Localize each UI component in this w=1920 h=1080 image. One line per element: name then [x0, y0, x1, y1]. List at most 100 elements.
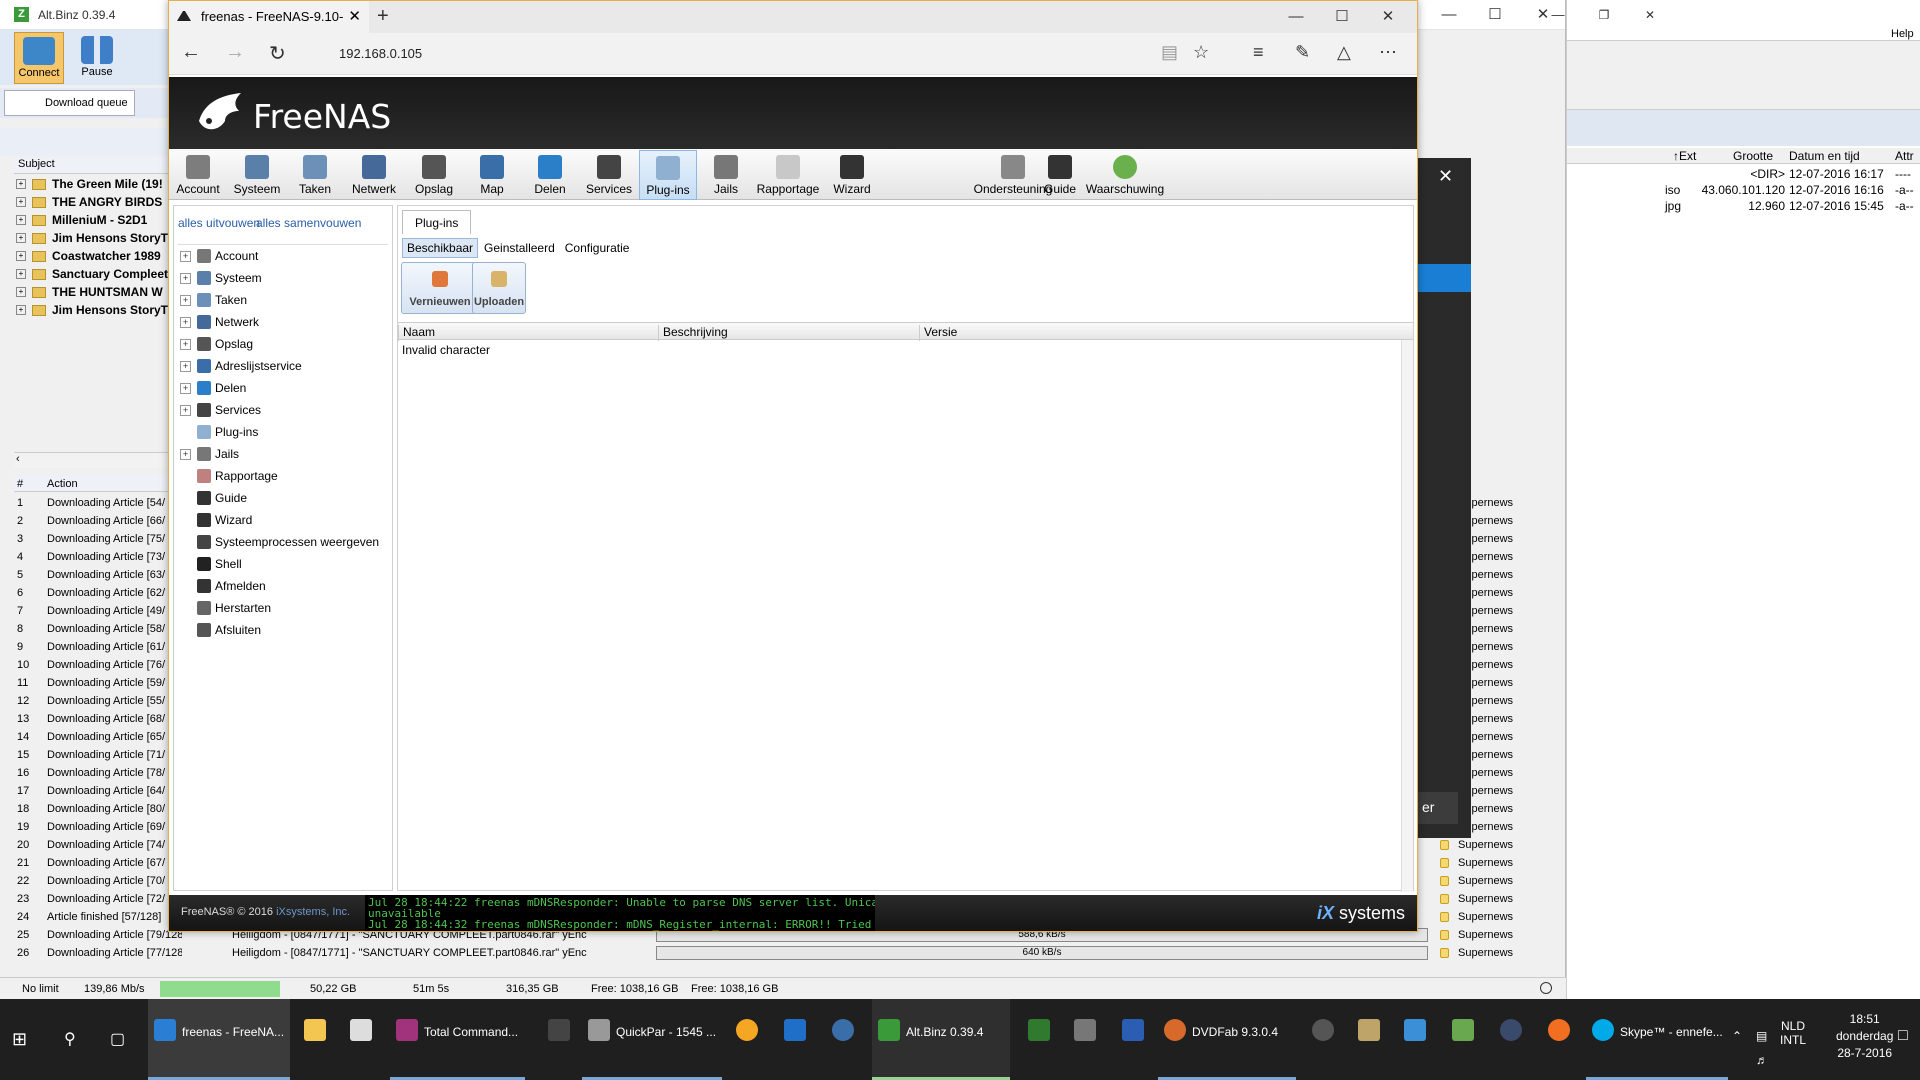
tc-file-row[interactable]: <DIR> 12-07-2016 16:17 ----: [1567, 166, 1920, 182]
taskbar-item-origin[interactable]: [1542, 999, 1574, 1080]
tc-restore-icon[interactable]: ❐: [1581, 0, 1627, 30]
collapse-all-link[interactable]: alles samenvouwen: [256, 216, 361, 230]
back-icon[interactable]: ←: [181, 41, 201, 64]
tc-col-ext[interactable]: ↑Ext: [1673, 149, 1696, 163]
taskbar-item-remote[interactable]: [826, 999, 858, 1080]
expand-icon[interactable]: +: [16, 287, 26, 297]
refresh-button[interactable]: Vernieuwen: [401, 262, 479, 314]
forward-icon[interactable]: →: [225, 41, 245, 64]
tree-item-jails[interactable]: + Jails: [178, 443, 388, 465]
tree-item-afmelden[interactable]: Afmelden: [178, 575, 388, 597]
tc-col-size[interactable]: Grootte: [1733, 149, 1773, 163]
tc-file-row[interactable]: jpg 12.960 12-07-2016 15:45 -a--: [1567, 198, 1920, 214]
grid-scrollbar[interactable]: [1401, 340, 1413, 892]
tab-plugins[interactable]: Plug-ins: [402, 210, 472, 234]
tree-item-services[interactable]: + Services: [178, 399, 388, 421]
expand-icon[interactable]: +: [16, 305, 26, 315]
expand-icon[interactable]: +: [16, 197, 26, 207]
tab-close-icon[interactable]: ✕: [348, 7, 361, 25]
tc-file-row[interactable]: iso 43.060.101.120 12-07-2016 16:16 -a--: [1567, 182, 1920, 198]
expand-plus-icon[interactable]: +: [180, 448, 191, 460]
favorite-star-icon[interactable]: ☆: [1193, 42, 1209, 63]
toolbar-map[interactable]: Map: [463, 150, 521, 200]
taskbar-item-skype[interactable]: Skype™ - ennefe...: [1586, 999, 1728, 1080]
toolbar-jails[interactable]: Jails: [699, 150, 753, 200]
search-icon[interactable]: ⚲: [64, 1029, 76, 1049]
browser-tab[interactable]: freenas - FreeNAS-9.10- ✕: [169, 1, 369, 33]
tree-item-rapportage[interactable]: Rapportage: [178, 465, 388, 487]
tree-item-taken[interactable]: + Taken: [178, 289, 388, 311]
subject-column-header[interactable]: Subject: [14, 158, 168, 174]
network-icon[interactable]: ▤: [1756, 1029, 1767, 1043]
taskbar-item-word[interactable]: [1116, 999, 1148, 1080]
tc-minimize-icon[interactable]: —: [1535, 0, 1581, 30]
new-tab-icon[interactable]: +: [377, 5, 389, 28]
expand-plus-icon[interactable]: +: [180, 294, 191, 306]
tree-item-herstarten[interactable]: Herstarten: [178, 597, 388, 619]
tree-item-systeem[interactable]: + Systeem: [178, 267, 388, 289]
tc-help-menu[interactable]: Help: [1891, 28, 1914, 40]
grid-col-name[interactable]: Naam: [398, 325, 658, 341]
taskbar-item-store[interactable]: [344, 999, 376, 1080]
toolbar-systeem[interactable]: Systeem: [227, 150, 287, 200]
expand-icon[interactable]: +: [16, 269, 26, 279]
tree-item-adreslijstservice[interactable]: + Adreslijstservice: [178, 355, 388, 377]
connect-button[interactable]: Connect: [14, 32, 64, 84]
tree-item-guide[interactable]: Guide: [178, 487, 388, 509]
download-queue-tab[interactable]: Download queue: [4, 90, 135, 116]
web-note-icon[interactable]: ✎: [1295, 42, 1310, 63]
taskbar-item-total-commander[interactable]: Total Command...: [390, 999, 525, 1080]
ixsystems-link[interactable]: iXsystems, Inc.: [276, 906, 350, 918]
expand-all-link[interactable]: alles uitvouwen: [178, 216, 260, 230]
subtab-installed[interactable]: Geinstalleerd: [480, 239, 559, 257]
url-field[interactable]: 192.168.0.105: [339, 46, 422, 61]
tree-item-wizard[interactable]: Wizard: [178, 509, 388, 531]
pause-button[interactable]: Pause: [72, 32, 122, 84]
toolbar-taken[interactable]: Taken: [287, 150, 343, 200]
expand-plus-icon[interactable]: +: [180, 338, 191, 350]
subject-row[interactable]: + Sanctuary Compleet: [14, 265, 168, 283]
task-view-icon[interactable]: ▢: [110, 1029, 125, 1049]
subject-row[interactable]: + The Green Mile (19!: [14, 175, 168, 193]
tree-item-afsluiten[interactable]: Afsluiten: [178, 619, 388, 641]
expand-icon[interactable]: +: [16, 251, 26, 261]
reading-view-icon[interactable]: ▤: [1161, 42, 1178, 63]
action-number-header[interactable]: #: [17, 478, 23, 490]
subject-row[interactable]: + Jim Hensons StoryT: [14, 229, 168, 247]
grid-col-description[interactable]: Beschrijving: [658, 325, 919, 341]
taskbar-item-dvdfab[interactable]: DVDFab 9.3.0.4: [1158, 999, 1296, 1080]
dialog-close-icon[interactable]: ✕: [1438, 166, 1453, 187]
toolbar-rapportage[interactable]: Rapportage: [753, 150, 823, 200]
taskbar-item-edge[interactable]: freenas - FreeNA...: [148, 999, 290, 1080]
subtab-configuration[interactable]: Configuratie: [561, 239, 634, 257]
expand-icon[interactable]: +: [16, 233, 26, 243]
taskbar-item-glass[interactable]: [1352, 999, 1384, 1080]
toolbar-account[interactable]: Account: [169, 150, 227, 200]
browser-close-icon[interactable]: ✕: [1365, 1, 1411, 33]
taskbar-item-outlook[interactable]: [778, 999, 810, 1080]
taskbar-item-board[interactable]: [1022, 999, 1054, 1080]
tree-item-account[interactable]: + Account: [178, 245, 388, 267]
action-column-header[interactable]: Action: [47, 478, 78, 490]
taskbar-item-device[interactable]: [1398, 999, 1430, 1080]
clock[interactable]: 18:51 donderdag 28-7-2016: [1836, 1011, 1893, 1062]
taskbar-item-explorer[interactable]: [298, 999, 330, 1080]
grid-col-version[interactable]: Versie: [919, 325, 1181, 341]
subject-row[interactable]: + MilleniuM - S2D1: [14, 211, 168, 229]
expand-plus-icon[interactable]: +: [180, 250, 191, 262]
toolbar-waarschuwing[interactable]: Waarschuwing: [1085, 150, 1165, 200]
upload-button[interactable]: Uploaden: [472, 262, 526, 314]
minimize-icon[interactable]: —: [1426, 0, 1472, 30]
start-windows-icon[interactable]: ⊞: [12, 1029, 27, 1050]
hub-icon[interactable]: ≡: [1253, 42, 1264, 63]
maximize-icon[interactable]: ☐: [1472, 0, 1518, 30]
taskbar-item-lightning[interactable]: [730, 999, 762, 1080]
toolbar-wizard[interactable]: Wizard: [823, 150, 881, 200]
toolbar-plug-ins[interactable]: Plug-ins: [639, 150, 697, 200]
toolbar-services[interactable]: Services: [579, 150, 639, 200]
taskbar-item-clapper[interactable]: [542, 999, 574, 1080]
browser-minimize-icon[interactable]: —: [1273, 1, 1319, 33]
share-icon[interactable]: △: [1337, 42, 1351, 63]
expand-plus-icon[interactable]: +: [180, 316, 191, 328]
expand-plus-icon[interactable]: +: [180, 360, 191, 372]
